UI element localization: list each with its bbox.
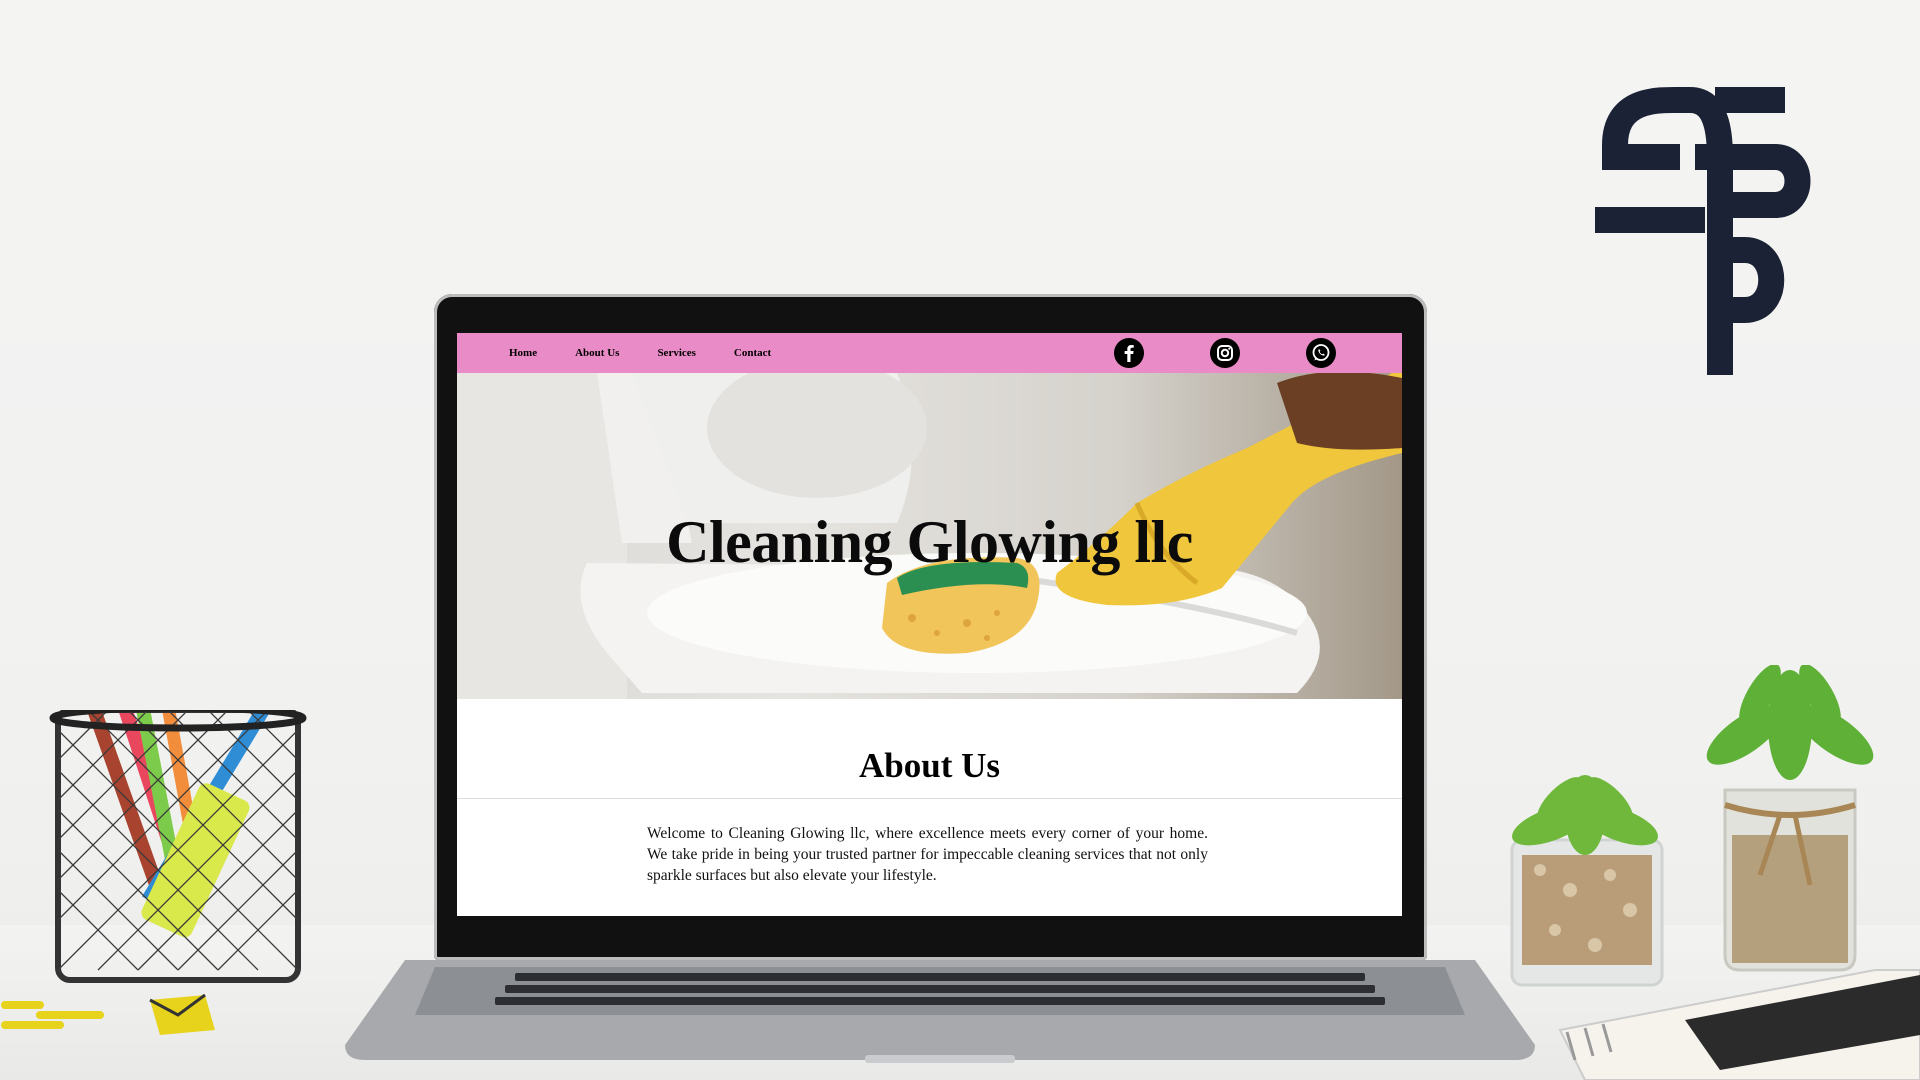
site-nav-bar: Home About Us Services Contact bbox=[457, 333, 1402, 373]
notebook-and-phone bbox=[1558, 969, 1920, 1080]
laptop-keyboard-base bbox=[345, 960, 1535, 1063]
hero-title: Cleaning Glowing llc bbox=[666, 509, 1193, 575]
divider bbox=[457, 798, 1402, 799]
about-paragraph: Welcome to Cleaning Glowing llc, where e… bbox=[647, 825, 1208, 884]
paper-clips bbox=[1, 993, 215, 1035]
brand-logo bbox=[1595, 87, 1811, 375]
pencil-cup bbox=[49, 710, 307, 983]
nav-contact-link[interactable]: Contact bbox=[734, 347, 771, 359]
hero-banner: Cleaning Glowing llc bbox=[457, 373, 1402, 699]
succulent-jar-plant bbox=[1706, 665, 1874, 972]
nav-about-link[interactable]: About Us bbox=[575, 347, 619, 359]
website-screen: Home About Us Services Contact Cleaning … bbox=[457, 333, 1402, 916]
about-heading: About Us bbox=[858, 746, 1000, 785]
nav-services-link[interactable]: Services bbox=[657, 347, 695, 359]
nav-links: Home About Us Services Contact bbox=[509, 347, 809, 359]
facebook-icon[interactable] bbox=[1114, 338, 1144, 368]
nav-home-link[interactable]: Home bbox=[509, 347, 537, 359]
instagram-icon[interactable] bbox=[1210, 338, 1240, 368]
whatsapp-icon[interactable] bbox=[1306, 338, 1336, 368]
